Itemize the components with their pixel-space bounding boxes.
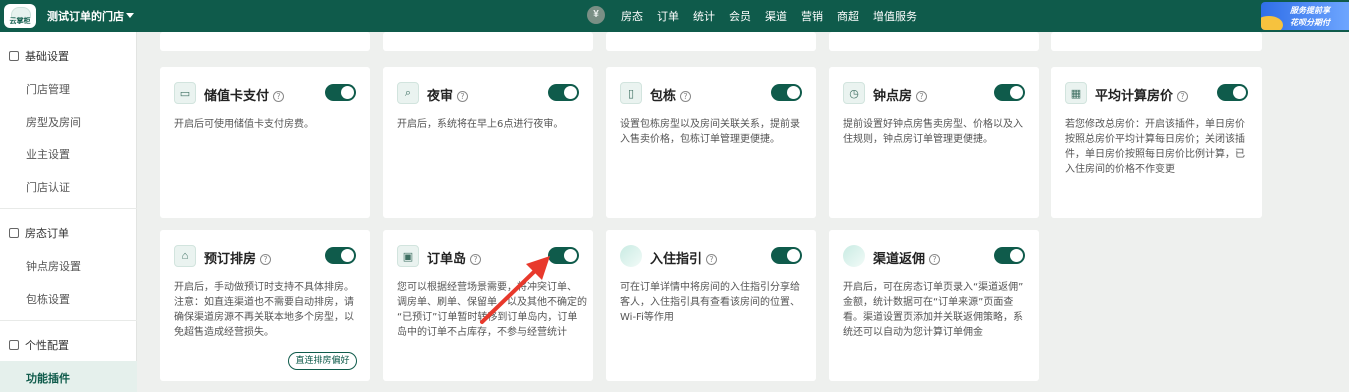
calculator-icon: ▦ [1065, 82, 1087, 104]
nav-item[interactable]: 会员 [729, 8, 751, 24]
sidebar-group-orders[interactable]: 房态订单 [9, 225, 69, 241]
plugin-card-order-island: ▣ 订单岛? 您可以根据经营场景需要，将冲突订单、 调房单、刷单、保留单，以及其他… [383, 230, 593, 381]
card-title: 钟点房? [873, 85, 928, 104]
plugin-toggle[interactable] [1217, 84, 1248, 101]
card-icon: ▭ [174, 82, 196, 104]
card-title: 订单岛? [427, 248, 482, 267]
card-description: 开启后，手动做预订时支持不具体排房。 注意：如直连渠道也不需要自动排房，请 确保渠道… [174, 282, 354, 338]
sidebar-group-custom[interactable]: 个性配置 [9, 337, 69, 353]
plugin-toggle[interactable] [548, 84, 579, 101]
card-description: 您可以根据经营场景需要，将冲突订单、 调房单、刷单、保留单，以及其他不确定的 “已预… [397, 282, 587, 338]
help-icon[interactable]: ? [457, 91, 469, 102]
help-icon[interactable]: ? [706, 254, 718, 265]
help-icon[interactable]: ? [273, 91, 285, 102]
main-nav: 房态 订单 统计 会员 渠道 营销 商超 增值服务 [621, 8, 917, 24]
help-icon[interactable]: ? [260, 254, 272, 265]
sidebar-item[interactable]: 钟点房设置 [26, 258, 81, 274]
sidebar-group-basic[interactable]: 基础设置 [9, 48, 69, 64]
help-icon[interactable]: ? [1177, 91, 1189, 102]
home-icon [9, 51, 19, 61]
plugin-card-partial [160, 32, 370, 51]
card-description: 开启后，系统将在早上6点进行夜审。 [397, 119, 564, 130]
plugin-card-reservation-room: ⌂ 预订排房? 开启后，手动做预订时支持不具体排房。 注意：如直连渠道也不需要自动… [160, 230, 370, 381]
sidebar-item[interactable]: 门店认证 [26, 179, 70, 195]
card-description: 可在订单详情中将房间的入住指引分享给 客人，入住指引具有查看该房间的位置、 Wi-F… [620, 282, 800, 323]
help-icon[interactable]: ? [680, 91, 692, 102]
nav-item[interactable]: 订单 [657, 8, 679, 24]
app-logo[interactable]: 云掌柜 [4, 4, 36, 28]
guide-icon [620, 245, 642, 267]
sidebar-item[interactable]: 门店管理 [26, 81, 70, 97]
card-description: 提前设置好钟点房售卖房型、价格以及入 住规则，钟点房订单管理更便捷。 [843, 119, 1023, 145]
divider [0, 320, 137, 321]
store-selector[interactable]: 测试订单的门店 [47, 8, 124, 24]
search-doc-icon: ⌕ [397, 82, 419, 104]
plugin-toggle[interactable] [325, 84, 356, 101]
help-icon[interactable]: ? [916, 91, 928, 102]
nav-item[interactable]: 统计 [693, 8, 715, 24]
sidebar: 基础设置 门店管理 房型及房间 业主设置 门店认证 房态订单 钟点房设置 包栋设… [0, 32, 137, 392]
sidebar-item[interactable]: 包栋设置 [26, 291, 70, 307]
plugin-card-whole-building: ▯ 包栋? 设置包栋房型以及房间关联关系，提前录 入售卖价格，包栋订单管理更便捷。 [606, 67, 816, 218]
plugin-card-channel-commission: 渠道返佣? 开启后，可在房态订单页录入“渠道返佣” 金额，统计数据可在“订单来源”… [829, 230, 1039, 381]
help-icon[interactable]: ? [470, 254, 482, 265]
plugin-card-night-audit: ⌕ 夜审? 开启后，系统将在早上6点进行夜审。 [383, 67, 593, 218]
card-title: 储值卡支付? [204, 85, 285, 104]
card-title: 渠道返佣? [873, 248, 941, 267]
divider [0, 208, 137, 209]
nav-item[interactable]: 商超 [837, 8, 859, 24]
plugin-card-partial [606, 32, 816, 51]
commission-icon [843, 245, 865, 267]
sidebar-group-label: 个性配置 [25, 339, 69, 352]
promo-line1: 服务提前享 [1290, 6, 1330, 15]
nav-item[interactable]: 房态 [621, 8, 643, 24]
plugin-card-partial [383, 32, 593, 51]
plugin-card-partial [1051, 32, 1262, 51]
promo-line2: 花呗分期付 [1290, 18, 1330, 27]
nav-item[interactable]: 渠道 [765, 8, 787, 24]
sidebar-group-label: 房态订单 [25, 227, 69, 240]
plugin-toggle[interactable] [325, 247, 356, 264]
house-check-icon: ⌂ [174, 245, 196, 267]
sidebar-item[interactable]: 业主设置 [26, 146, 70, 162]
card-description: 开启后，可在房态订单页录入“渠道返佣” 金额，统计数据可在“订单来源”页面查 看。渠… [843, 282, 1024, 338]
nav-item[interactable]: 增值服务 [873, 8, 917, 24]
plugin-toggle[interactable] [548, 247, 579, 264]
card-title: 平均计算房价? [1095, 85, 1189, 104]
settings-icon [9, 340, 19, 350]
map-icon: ▯ [620, 82, 642, 104]
top-bar: 云掌柜 测试订单的门店 ¥ 房态 订单 统计 会员 渠道 营销 商超 增值服务 … [0, 0, 1349, 32]
logo-text: 云掌柜 [9, 17, 31, 25]
sidebar-item-label: 功能插件 [26, 372, 70, 385]
yen-icon[interactable]: ¥ [587, 6, 605, 24]
plugin-toggle[interactable] [771, 84, 802, 101]
card-title: 预订排房? [204, 248, 272, 267]
sidebar-item-plugins[interactable]: 功能插件 [0, 361, 137, 392]
card-description: 设置包栋房型以及房间关联关系，提前录 入售卖价格，包栋订单管理更便捷。 [620, 119, 800, 145]
card-description: 开启后可使用储值卡支付房费。 [174, 119, 314, 130]
sidebar-group-label: 基础设置 [25, 50, 69, 63]
plugin-card-partial [829, 32, 1039, 51]
help-icon[interactable]: ? [929, 254, 941, 265]
plugin-card-hourly-room: ◷ 钟点房? 提前设置好钟点房售卖房型、价格以及入 住规则，钟点房订单管理更便捷。 [829, 67, 1039, 218]
promo-banner[interactable]: 服务提前享 花呗分期付 [1261, 2, 1349, 30]
card-title: 包栋? [650, 85, 692, 104]
caret-down-icon[interactable] [126, 13, 134, 18]
direct-room-preference-button[interactable]: 直连排房偏好 [288, 352, 357, 370]
plugin-toggle[interactable] [771, 247, 802, 264]
box-icon: ▣ [397, 245, 419, 267]
sidebar-item[interactable]: 房型及房间 [26, 114, 81, 130]
card-description: 若您修改总房价：开启该插件，单日房价 按照总房价平均计算每日房价；关闭该插 件，单日… [1065, 119, 1245, 175]
plugin-card-stored-value: ▭ 储值卡支付? 开启后可使用储值卡支付房费。 [160, 67, 370, 218]
card-title: 夜审? [427, 85, 469, 104]
plugin-toggle[interactable] [994, 84, 1025, 101]
plugin-card-average-price: ▦ 平均计算房价? 若您修改总房价：开启该插件，单日房价 按照总房价平均计算每日房… [1051, 67, 1262, 218]
clock-icon: ◷ [843, 82, 865, 104]
nav-item[interactable]: 营销 [801, 8, 823, 24]
plugin-card-checkin-guide: 入住指引? 可在订单详情中将房间的入住指引分享给 客人，入住指引具有查看该房间的位… [606, 230, 816, 381]
list-icon [9, 228, 19, 238]
plugin-toggle[interactable] [994, 247, 1025, 264]
card-title: 入住指引? [650, 248, 718, 267]
